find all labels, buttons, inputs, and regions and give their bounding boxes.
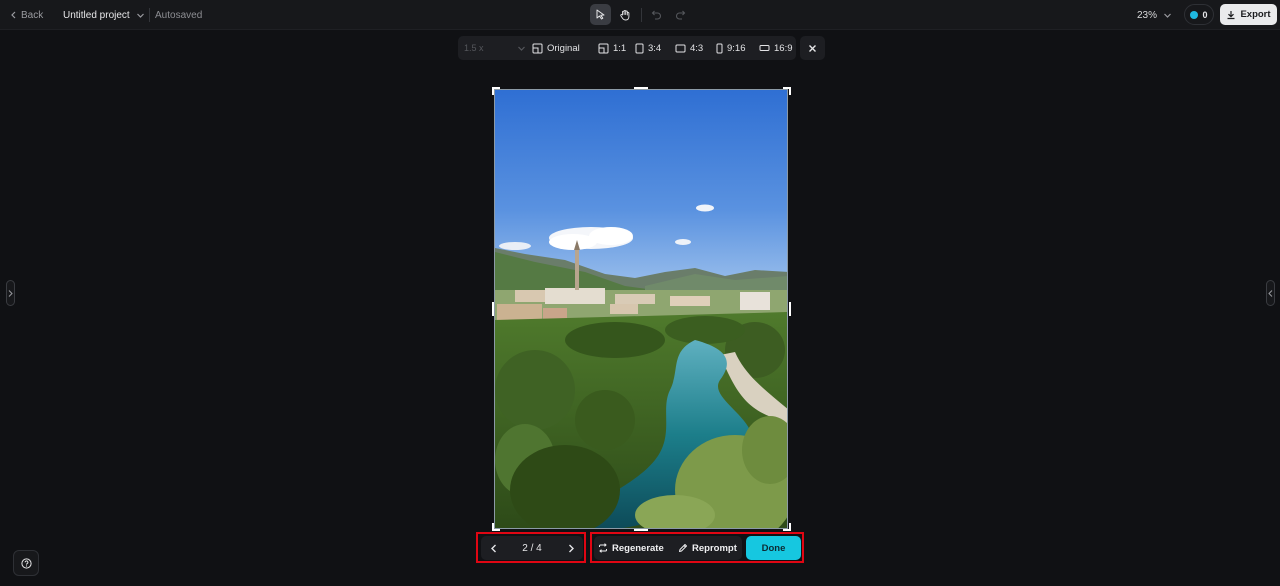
right-panel-toggle[interactable]: [1266, 280, 1275, 306]
help-icon: [20, 557, 32, 569]
close-icon: [809, 44, 816, 52]
scale-value: 1.5 x: [464, 43, 484, 53]
square-ratio-icon: [598, 43, 609, 53]
ratio-original[interactable]: Original: [532, 36, 580, 60]
crop-handle-top[interactable]: [634, 87, 648, 89]
wide-ratio-icon: [759, 45, 770, 51]
variation-counter: 2 / 4: [522, 542, 542, 554]
export-label: Export: [1240, 9, 1271, 20]
landscape-photo: [495, 90, 787, 528]
hand-icon: [619, 9, 629, 20]
project-title: Untitled project: [63, 9, 130, 21]
ratio-label: 16:9: [774, 42, 793, 54]
crop-handle-bottom-left[interactable]: [492, 523, 494, 531]
pencil-icon: [679, 544, 687, 552]
hand-tool-button[interactable]: [614, 4, 635, 25]
regenerate-label: Regenerate: [612, 542, 664, 554]
crop-handle-right[interactable]: [789, 302, 791, 316]
landscape-ratio-icon: [675, 44, 686, 52]
next-button[interactable]: [563, 540, 579, 556]
pointer-icon: [596, 9, 605, 20]
crop-handle-left[interactable]: [492, 302, 494, 316]
pointer-tool-button[interactable]: [590, 4, 611, 25]
regenerate-icon: [599, 543, 607, 553]
generated-image[interactable]: [494, 89, 788, 529]
ratio-label: Original: [547, 42, 580, 54]
chevron-left-icon: [1268, 289, 1273, 297]
divider: [641, 8, 642, 22]
back-button[interactable]: Back: [10, 0, 43, 30]
image-actions: Regenerate Reprompt: [594, 536, 742, 560]
zoom-level: 23%: [1137, 9, 1158, 21]
ratio-9-16[interactable]: 9:16: [716, 36, 746, 60]
ratio-label: 4:3: [690, 42, 704, 54]
variation-pager: 2 / 4: [481, 536, 583, 560]
autosave-status: Autosaved: [155, 9, 203, 21]
regenerate-button[interactable]: Regenerate: [598, 536, 664, 560]
scale-dropdown[interactable]: 1.5 x: [462, 39, 528, 57]
tall-ratio-icon: [716, 43, 723, 53]
reprompt-button[interactable]: Reprompt: [678, 536, 737, 560]
zoom-dropdown[interactable]: 23%: [1137, 0, 1172, 30]
original-ratio-icon: [532, 43, 543, 53]
portrait-ratio-icon: [635, 43, 644, 53]
redo-icon: [676, 10, 686, 20]
ratio-3-4[interactable]: 3:4: [635, 36, 661, 60]
chevron-down-icon: [518, 46, 525, 51]
top-bar: Back Untitled project Autosaved 23% 0 Ex…: [0, 0, 1280, 30]
crop-handle-top-right[interactable]: [789, 87, 791, 95]
chevron-left-icon: [491, 544, 496, 552]
done-button[interactable]: Done: [746, 536, 801, 560]
ratio-16-9[interactable]: 16:9: [759, 36, 793, 60]
ratio-label: 3:4: [648, 42, 662, 54]
credits-count: 0: [1202, 9, 1208, 20]
ratio-4-3[interactable]: 4:3: [675, 36, 703, 60]
ratio-label: 9:16: [727, 42, 746, 54]
chevron-down-icon: [136, 13, 144, 18]
divider: [149, 8, 150, 22]
chevron-down-icon: [1164, 13, 1171, 18]
export-button[interactable]: Export: [1220, 4, 1277, 25]
redo-button[interactable]: [670, 4, 691, 25]
undo-button[interactable]: [646, 4, 667, 25]
download-icon: [1227, 10, 1235, 19]
credits-badge[interactable]: 0: [1184, 4, 1214, 25]
back-label: Back: [21, 9, 44, 21]
ratio-label: 1:1: [613, 42, 627, 54]
left-panel-toggle[interactable]: [6, 280, 15, 306]
ratio-1-1[interactable]: 1:1: [598, 36, 626, 60]
reprompt-label: Reprompt: [692, 542, 737, 554]
help-button[interactable]: [13, 550, 39, 576]
undo-icon: [651, 10, 661, 20]
chevron-left-icon: [11, 11, 16, 19]
crop-handle-bottom-right[interactable]: [789, 523, 791, 531]
crop-handle-bottom[interactable]: [634, 529, 648, 531]
project-title-dropdown[interactable]: Untitled project: [63, 0, 145, 30]
chevron-right-icon: [569, 544, 574, 552]
previous-button[interactable]: [486, 540, 502, 556]
aspect-ratio-toolbar: 1.5 x Original 1:1 3:4 4:3 9:16 16:9: [458, 36, 796, 60]
credits-icon: [1190, 10, 1199, 19]
close-crop-button[interactable]: [800, 36, 825, 60]
crop-handle-top-left[interactable]: [492, 87, 494, 95]
chevron-right-icon: [8, 289, 13, 297]
